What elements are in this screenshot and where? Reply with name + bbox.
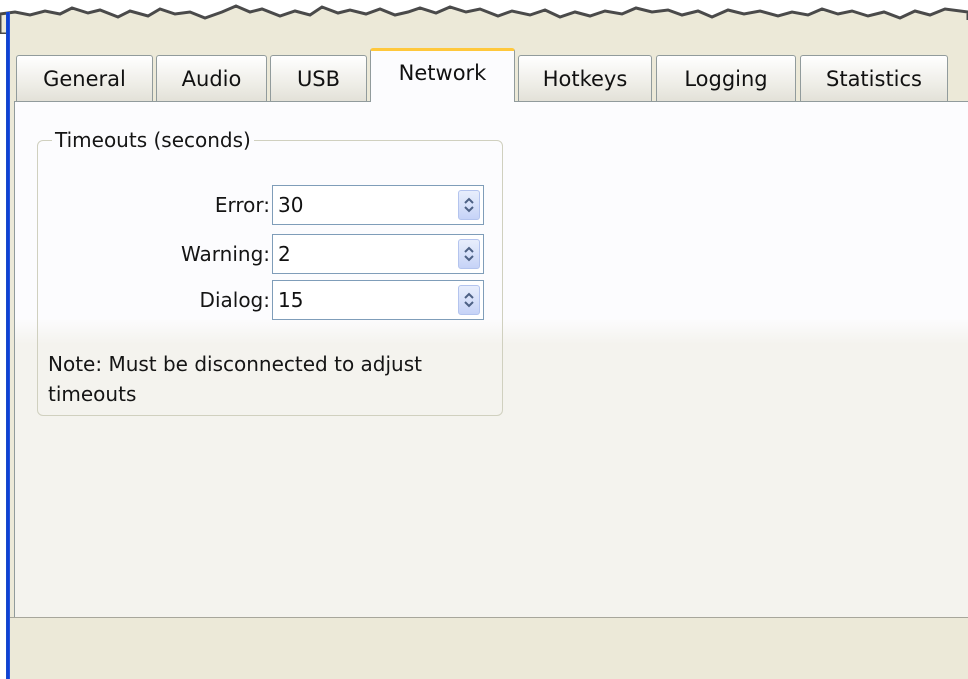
tab-label: USB: [296, 66, 341, 91]
screen: General Audio USB Network Hotkeys Loggin…: [0, 0, 968, 679]
warning-timeout-label: Warning:: [181, 242, 270, 266]
tab-audio[interactable]: Audio: [156, 55, 267, 101]
timeouts-note: Note: Must be disconnected to adjust tim…: [48, 352, 422, 406]
dialog-timeout-row: Dialog: 15: [38, 280, 504, 322]
warning-timeout-spinner[interactable]: 2: [272, 234, 484, 274]
warning-timeout-value: 2: [278, 242, 291, 266]
error-timeout-label: Error:: [214, 193, 270, 217]
error-timeout-row: Error: 30: [38, 185, 504, 227]
tab-network[interactable]: Network: [370, 48, 515, 102]
tab-logging[interactable]: Logging: [656, 55, 796, 101]
up-down-arrows-icon[interactable]: [458, 239, 480, 269]
error-timeout-spinner[interactable]: 30: [272, 185, 484, 225]
dialog-timeout-label: Dialog:: [199, 288, 270, 312]
up-down-arrows-icon[interactable]: [458, 285, 480, 315]
tab-label: Logging: [684, 66, 768, 91]
dialog-timeout-value: 15: [278, 288, 304, 312]
tab-general[interactable]: General: [16, 55, 153, 101]
tab-hotkeys[interactable]: Hotkeys: [518, 55, 652, 101]
up-down-arrows-icon[interactable]: [458, 190, 480, 220]
warning-timeout-row: Warning: 2: [38, 234, 504, 276]
tab-label: General: [43, 66, 126, 91]
tab-statistics[interactable]: Statistics: [800, 55, 948, 101]
tab-usb[interactable]: USB: [270, 55, 367, 101]
tab-label: Hotkeys: [542, 66, 628, 91]
dialog-bottom-band: [10, 617, 968, 679]
tab-label: Network: [398, 60, 487, 85]
timeouts-groupbox: Timeouts (seconds) Error: 30 Warning: 2: [37, 127, 504, 416]
tab-label: Statistics: [826, 66, 922, 91]
error-timeout-value: 30: [278, 193, 304, 217]
tab-label: Audio: [181, 66, 242, 91]
dialog-timeout-spinner[interactable]: 15: [272, 280, 484, 320]
network-tab-page: Timeouts (seconds) Error: 30 Warning: 2: [14, 101, 968, 617]
timeouts-groupbox-title: Timeouts (seconds): [52, 127, 254, 153]
